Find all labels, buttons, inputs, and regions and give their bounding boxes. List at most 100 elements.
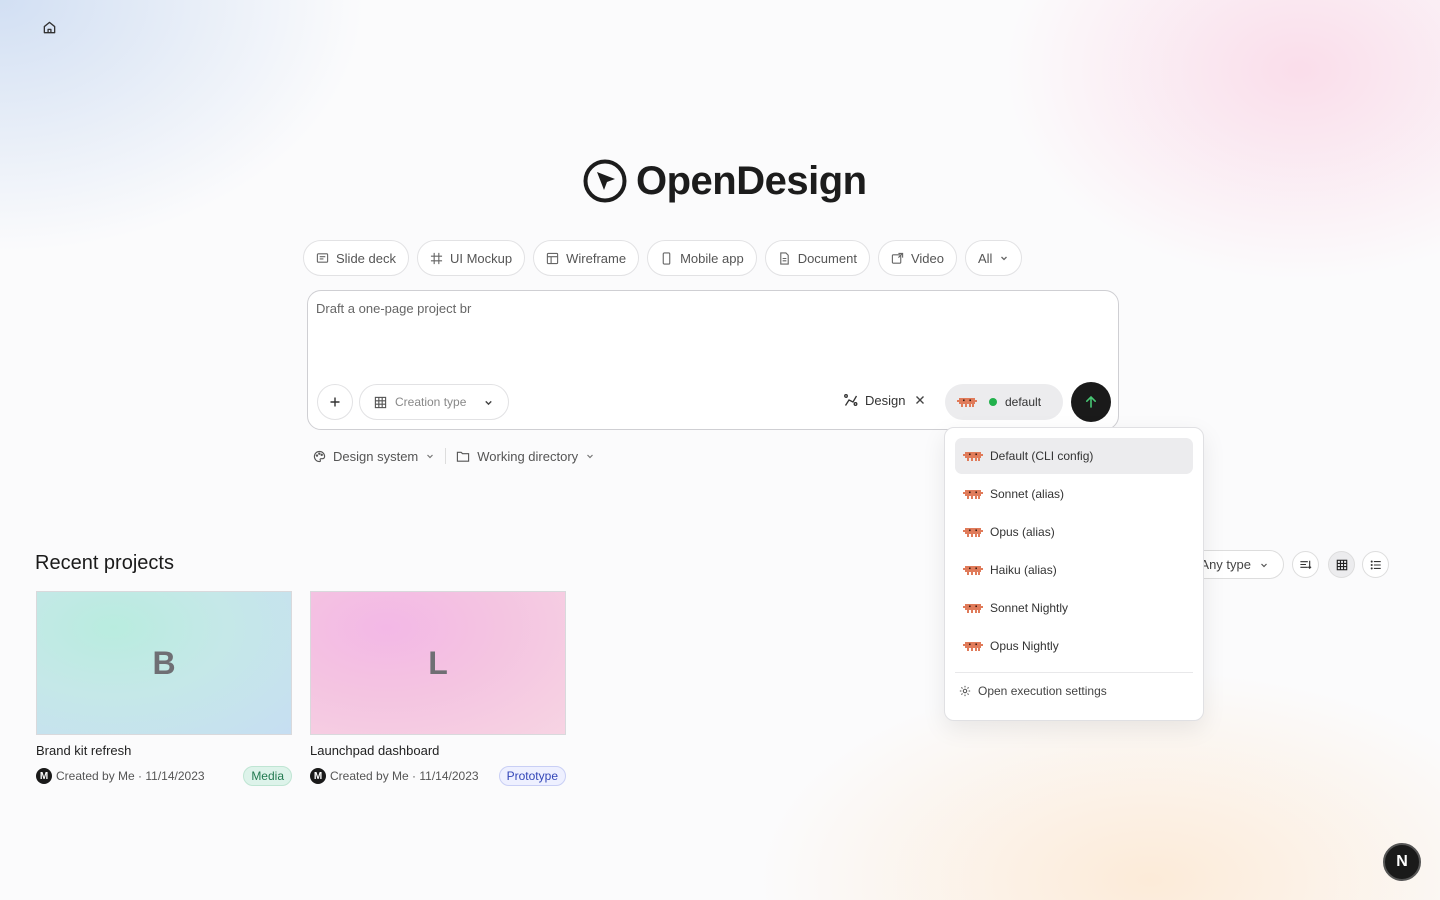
chevron-down-icon [427,454,434,459]
creation-type-label: Creation type [395,395,467,409]
chip-ui-mockup[interactable]: UI Mockup [416,240,526,276]
composer-options: Design system Working directory [313,448,595,464]
model-icon [957,398,977,407]
design-label: Design [865,392,906,408]
document-icon [779,251,789,265]
chevron-down-icon [1261,563,1267,567]
model-icon [963,452,983,461]
app-logo: OpenDesign [582,158,867,204]
next-devtools-button[interactable]: N [1383,843,1421,881]
chip-wireframe[interactable]: Wireframe [533,240,640,276]
working-directory-select[interactable]: Working directory [456,449,595,464]
model-option-opus-nightly[interactable]: Opus Nightly [955,628,1193,664]
model-option-label: Sonnet Nightly [990,601,1069,615]
chip-label: Slide deck [336,250,396,266]
avatar: M [310,768,326,784]
model-option-sonnet[interactable]: Sonnet (alias) [955,476,1193,512]
project-type-badge: Prototype [498,766,566,786]
open-execution-settings[interactable]: Open execution settings [955,679,1193,703]
open-design-logo-icon [583,159,627,203]
model-icon [963,566,983,575]
settings-label: Open execution settings [978,684,1107,698]
grid-view-button[interactable] [1328,551,1355,578]
model-icon [963,642,983,651]
model-option-label: Opus (alias) [990,525,1055,539]
project-meta: M Created by Me · 11/14/2023 Prototype [310,766,566,786]
model-label: default [1005,395,1042,409]
chip-label: Document [797,250,857,266]
chip-document[interactable]: Document [764,240,870,276]
project-initial: L [428,644,448,681]
project-card-brand-kit[interactable]: B Brand kit refresh M Created by Me · 11… [36,591,292,786]
frame-icon [430,252,443,264]
chip-label: UI Mockup [449,250,513,266]
prompt-composer: Creation type Design default [307,290,1119,430]
creation-chips: Slide deck UI Mockup Wireframe Mobile ap… [303,240,1023,276]
model-option-label: Default (CLI config) [990,449,1094,463]
chip-slide-deck[interactable]: Slide deck [303,240,409,276]
project-thumbnail: B [36,591,292,735]
model-option-haiku[interactable]: Haiku (alias) [955,552,1193,588]
model-dropdown-menu: Default (CLI config) Sonnet (alias) Opus… [944,427,1204,721]
chip-mobile-app[interactable]: Mobile app [647,240,757,276]
design-system-label: Design system [333,448,419,464]
send-button[interactable] [1071,382,1111,422]
avatar: M [36,768,52,784]
chip-label: Video [910,250,944,266]
add-attachment-button[interactable] [317,384,353,420]
model-option-label: Opus Nightly [990,639,1059,653]
design-skill-tag: Design [843,392,925,408]
wireframe-icon [546,252,559,264]
working-directory-label: Working directory [477,448,579,464]
model-option-label: Haiku (alias) [990,563,1057,577]
project-name: Brand kit refresh [36,743,132,758]
model-icon [963,604,983,613]
sort-icon [1300,560,1312,570]
fab-label: N [1396,853,1408,870]
model-option-opus[interactable]: Opus (alias) [955,514,1193,550]
model-icon [963,490,983,499]
remove-design-button[interactable] [915,395,925,405]
project-initial: B [152,644,176,681]
plus-icon [330,397,340,407]
divider [445,448,447,464]
project-meta: M Created by Me · 11/14/2023 Media [36,766,292,786]
type-filter-label: Any type [1200,557,1251,572]
arrow-up-icon [1086,395,1096,408]
creation-type-select[interactable]: Creation type [359,384,509,420]
chip-label: All [977,250,993,266]
close-icon [916,396,925,404]
list-icon [1370,560,1381,569]
model-option-default[interactable]: Default (CLI config) [955,438,1193,474]
chip-video[interactable]: Video [877,240,957,276]
logo-text: OpenDesign [636,158,867,203]
design-system-select[interactable]: Design system [313,449,435,464]
chevron-down-icon [587,454,594,459]
prompt-input[interactable] [316,301,1106,316]
project-thumbnail: L [310,591,566,735]
sort-button[interactable] [1292,551,1319,578]
chip-all[interactable]: All [964,240,1023,276]
project-type-badge: Media [243,766,292,786]
list-view-button[interactable] [1362,551,1389,578]
home-icon [43,21,55,33]
menu-divider [955,672,1193,673]
gear-icon [959,685,971,697]
chip-label: Wireframe [566,250,627,266]
chevron-down-icon [1001,256,1008,261]
grid-icon [374,396,387,408]
design-tool-icon [844,394,858,406]
recent-projects-title: Recent projects [35,552,174,574]
status-dot [989,398,997,406]
model-option-sonnet-nightly[interactable]: Sonnet Nightly [955,590,1193,626]
folder-icon [457,451,470,462]
model-icon [963,528,983,537]
home-button[interactable] [36,14,62,40]
video-icon [891,252,904,264]
project-card-launchpad[interactable]: L Launchpad dashboard M Created by Me · … [310,591,566,786]
slide-deck-icon [316,252,329,263]
chip-label: Mobile app [680,250,744,266]
mobile-icon [662,251,671,265]
chevron-down-icon [485,400,492,405]
model-select-button[interactable]: default [945,384,1063,420]
